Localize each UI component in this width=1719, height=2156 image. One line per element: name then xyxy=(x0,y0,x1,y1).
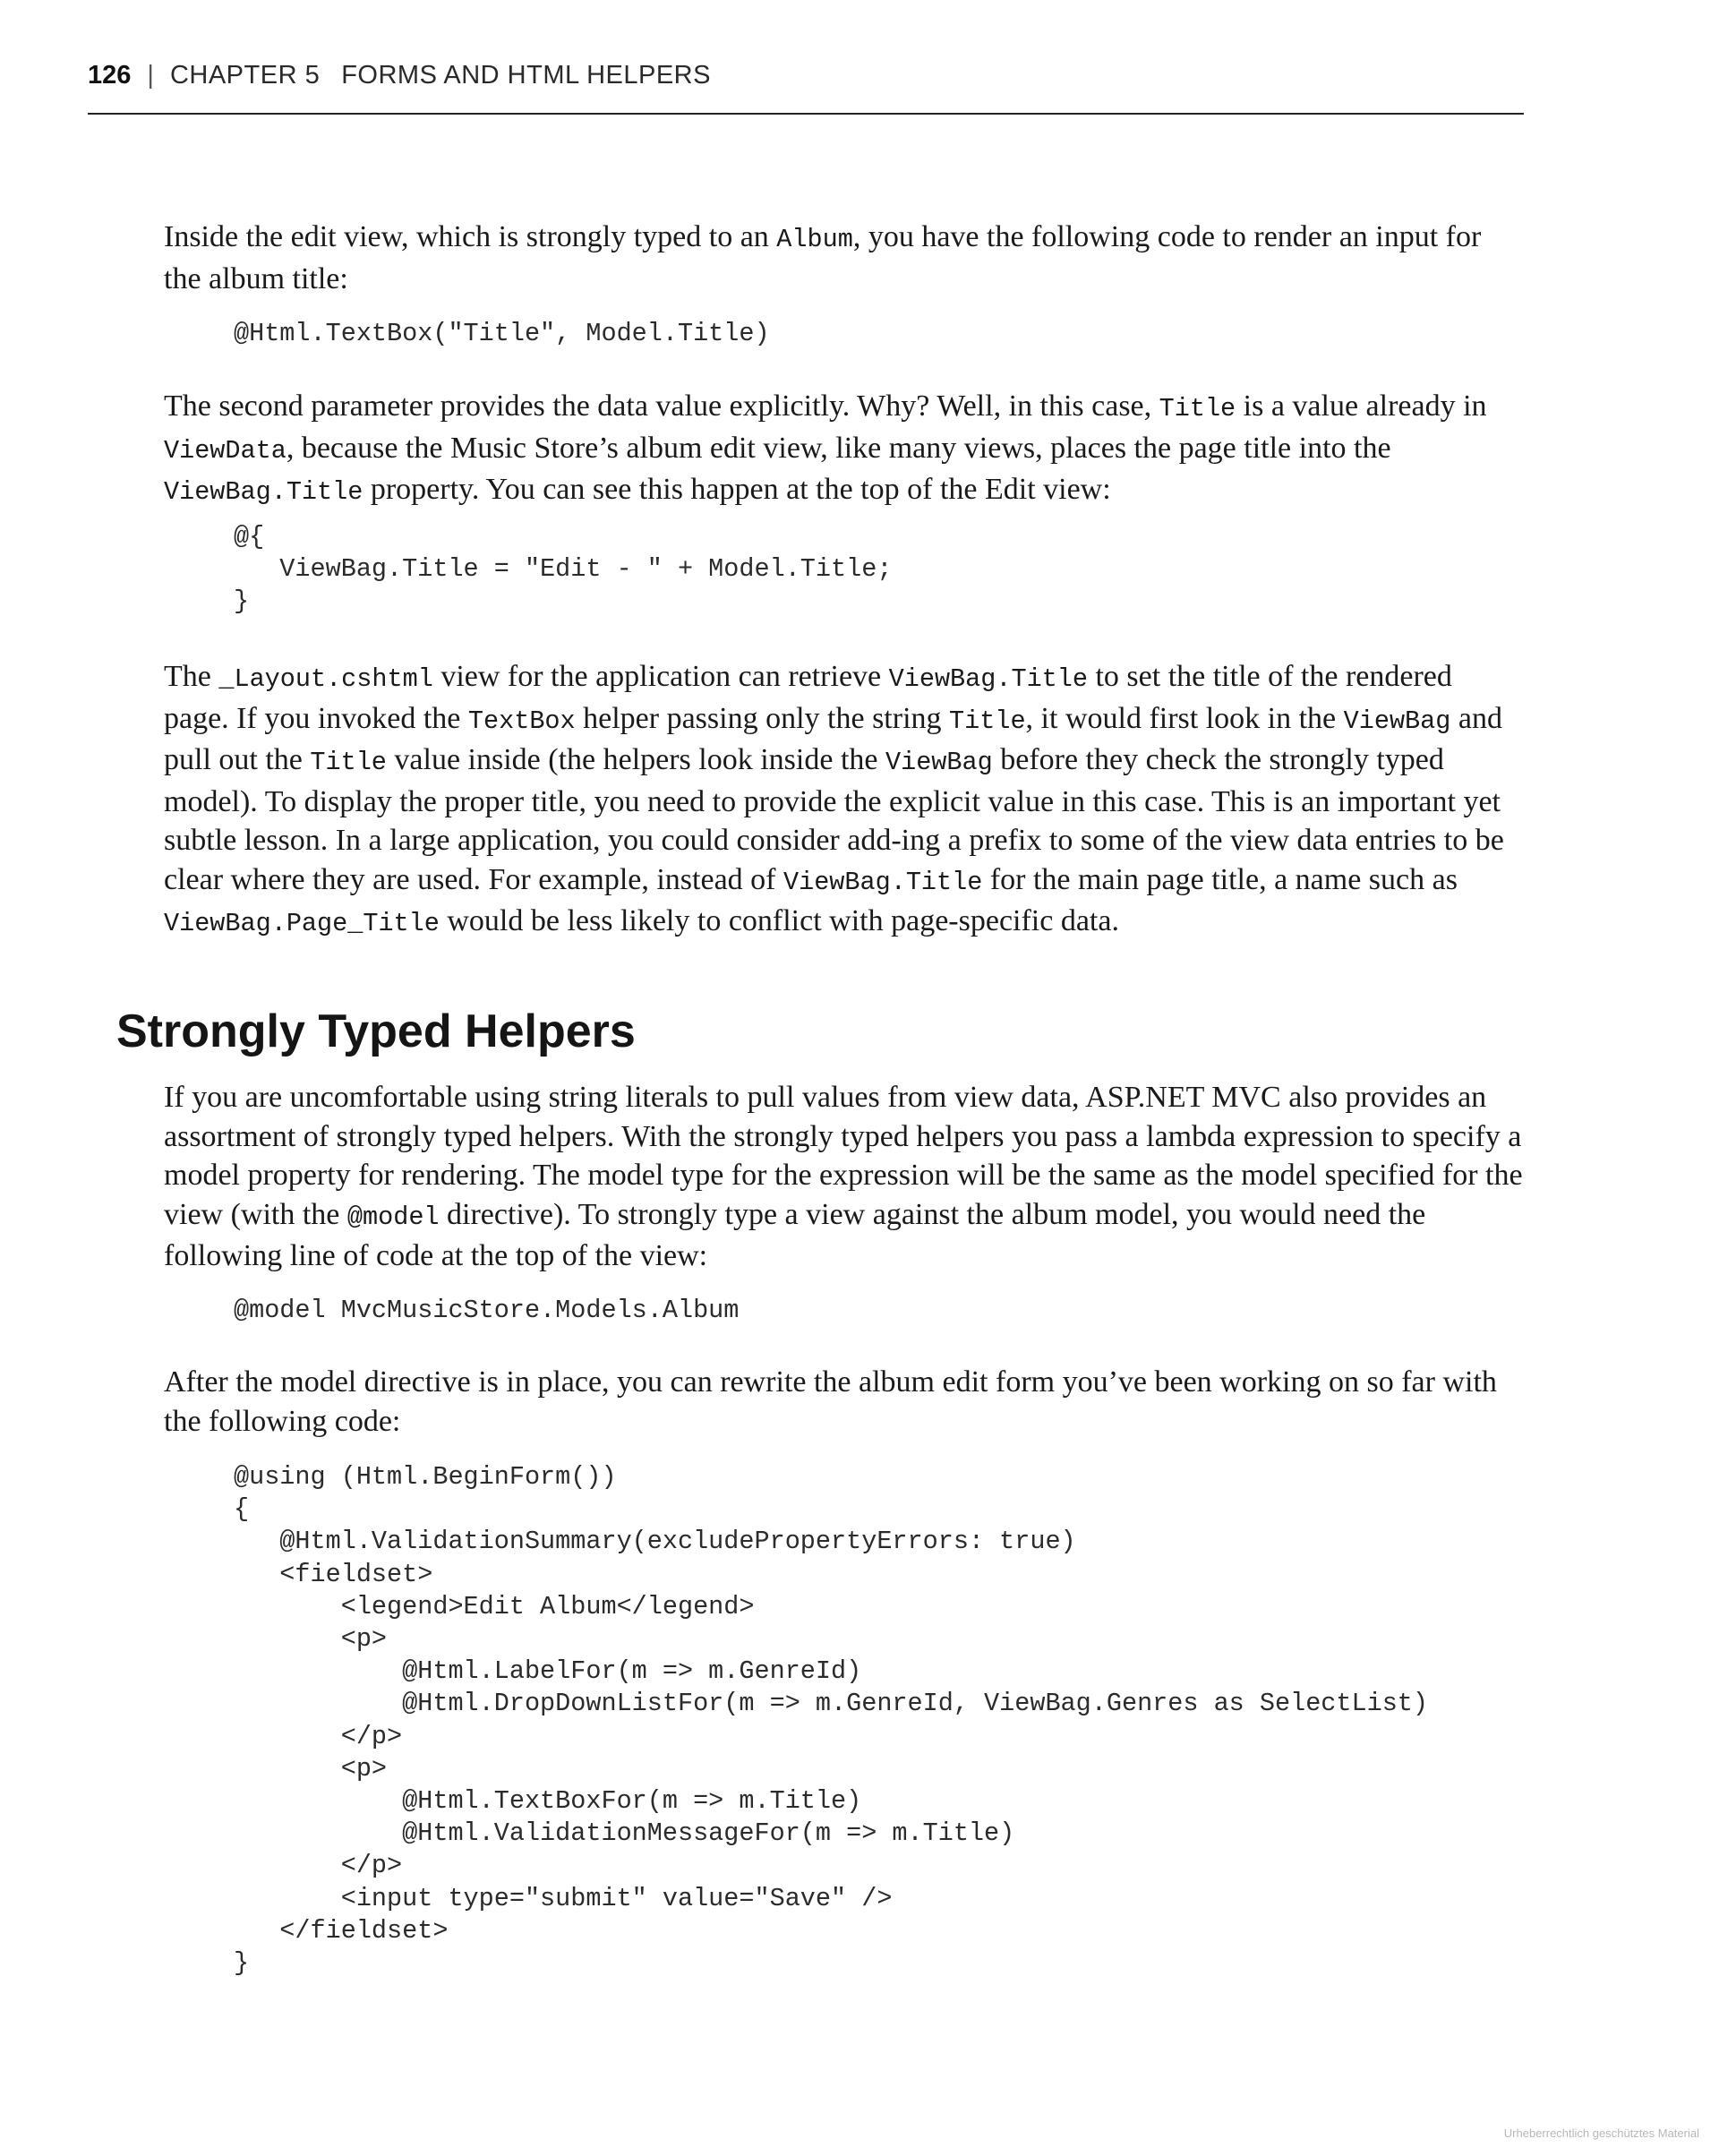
section-heading: Strongly Typed Helpers xyxy=(116,1005,636,1057)
inline-code: Title xyxy=(1159,394,1236,424)
copyright-watermark: Urheberrechtlich geschütztes Material xyxy=(1503,2126,1699,2140)
text-run: for the main page title, a name such as xyxy=(982,862,1458,896)
text-run: value inside (the helpers look inside th… xyxy=(386,743,885,776)
inline-code: _Layout.cshtml xyxy=(218,664,433,694)
code-block-textbox: @Html.TextBox("Title", Model.Title) xyxy=(164,318,1525,350)
text-run: , because the Music Store’s album edit v… xyxy=(286,431,1391,465)
inline-code: Title xyxy=(949,706,1026,736)
code-block-model: @model MvcMusicStore.Models.Album xyxy=(164,1295,1525,1327)
explanation-section: The second parameter provides the data v… xyxy=(164,387,1525,512)
layout-section: The _Layout.cshtml view for the applicat… xyxy=(164,657,1525,944)
rewrite-section: After the model directive is in place, y… xyxy=(164,1363,1525,1441)
inline-code: ViewBag xyxy=(1343,706,1451,736)
paragraph-layout: The _Layout.cshtml view for the applicat… xyxy=(164,657,1525,944)
code-listing-textbox: @Html.TextBox("Title", Model.Title) xyxy=(234,319,770,348)
intro-section: Inside the edit view, which is strongly … xyxy=(164,218,1525,298)
chapter-label: CHAPTER 5 xyxy=(169,61,321,90)
text-run: After the model directive is in place, y… xyxy=(164,1365,1497,1438)
inline-code: Album xyxy=(776,225,853,254)
code-block-form: @using (Html.BeginForm()) { @Html.Valida… xyxy=(164,1461,1525,1980)
text-run: Inside the edit view, which is strongly … xyxy=(164,220,777,253)
paragraph-rewrite: After the model directive is in place, y… xyxy=(164,1363,1525,1441)
text-run: view for the application can retrieve xyxy=(432,660,889,693)
inline-code: Title xyxy=(310,748,387,777)
inline-code: ViewBag.Title xyxy=(783,867,983,897)
inline-code: @model xyxy=(346,1202,440,1232)
text-run: The second parameter provides the data v… xyxy=(164,389,1159,423)
paragraph-second-parameter: The second parameter provides the data v… xyxy=(164,387,1525,512)
paragraph-intro: Inside the edit view, which is strongly … xyxy=(164,218,1525,298)
inline-code: ViewBag xyxy=(885,748,993,777)
inline-code: TextBox xyxy=(467,706,576,736)
inline-code: ViewBag.Page_Title xyxy=(164,909,440,938)
text-run: property. You can see this happen at the… xyxy=(363,473,1111,506)
code-listing-model: @model MvcMusicStore.Models.Album xyxy=(234,1296,740,1325)
inline-code: ViewBag.Title xyxy=(888,664,1088,694)
text-run: , it would first look in the xyxy=(1025,701,1344,735)
page-number: 126 xyxy=(88,61,132,90)
paragraph-strongly-typed: If you are uncomfortable using string li… xyxy=(164,1078,1525,1276)
inline-code: ViewBag.Title xyxy=(164,477,363,507)
chapter-title: FORMS AND HTML HELPERS xyxy=(341,61,711,90)
text-run: The xyxy=(164,660,219,693)
code-listing-form: @using (Html.BeginForm()) { @Html.Valida… xyxy=(234,1462,1429,1979)
running-header: 126 | CHAPTER 5 FORMS AND HTML HELPERS xyxy=(88,57,1524,115)
header-separator: | xyxy=(147,61,154,90)
inline-code: ViewData xyxy=(164,435,286,466)
text-run: helper passing only the string xyxy=(575,701,950,735)
strongly-typed-section: If you are uncomfortable using string li… xyxy=(164,1078,1525,1276)
text-run: would be less likely to conflict with pa… xyxy=(439,904,1119,937)
text-run: is a value already in xyxy=(1236,389,1487,423)
code-block-viewbag: @{ ViewBag.Title = "Edit - " + Model.Tit… xyxy=(164,521,1525,619)
code-listing-viewbag: @{ ViewBag.Title = "Edit - " + Model.Tit… xyxy=(234,522,893,617)
